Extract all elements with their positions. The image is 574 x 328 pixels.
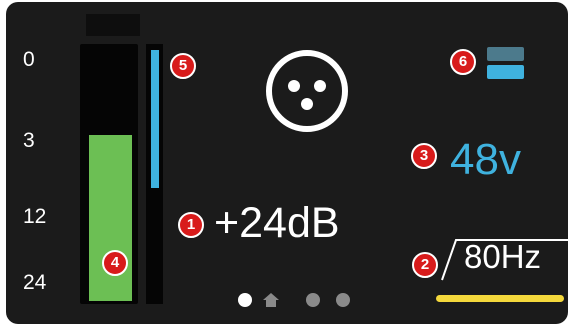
page-dot[interactable] xyxy=(336,293,350,307)
callout-5: 5 xyxy=(170,53,196,79)
toggle-top-segment xyxy=(487,47,524,61)
callout-6: 6 xyxy=(450,49,476,75)
page-dot-active[interactable] xyxy=(238,293,252,307)
home-icon[interactable] xyxy=(262,291,280,309)
clip-indicator xyxy=(86,14,140,36)
side-meter-fill xyxy=(151,50,159,188)
high-pass-filter-bar xyxy=(436,295,564,302)
toggle-bottom-segment xyxy=(487,65,524,79)
scale-label-24: 24 xyxy=(23,271,47,294)
scale-label-3: 3 xyxy=(23,129,35,152)
callout-1: 1 xyxy=(178,212,204,238)
callout-4: 4 xyxy=(102,250,128,276)
xlr-connector-icon xyxy=(266,50,348,132)
phantom-power-readout[interactable]: 48v xyxy=(450,134,521,186)
high-pass-filter-readout[interactable]: 80Hz xyxy=(464,237,541,277)
scale-label-12: 12 xyxy=(23,205,47,228)
scale-label-0: 0 xyxy=(23,48,35,71)
page-dot[interactable] xyxy=(306,293,320,307)
gain-readout[interactable]: +24dB xyxy=(214,198,340,248)
callout-3: 3 xyxy=(411,143,437,169)
level-meter-fill xyxy=(89,135,132,301)
